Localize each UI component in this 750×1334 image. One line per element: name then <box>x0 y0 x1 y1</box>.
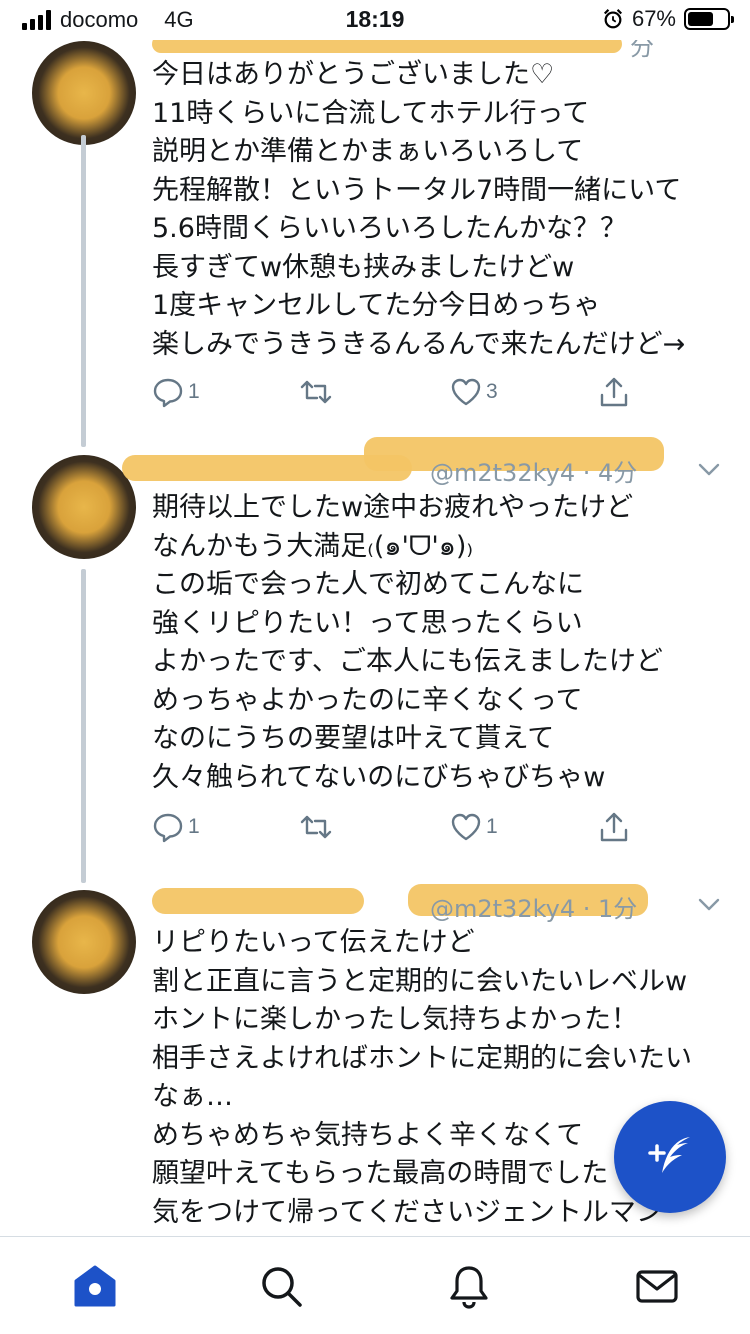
tweet-line: 割と正直に言うと定期的に会いたいレベルw <box>152 965 688 997</box>
tweet-handle-time: @m2t32ky4 · 4分 <box>430 459 638 487</box>
tweet-line: この垢で会った人で初めてこんなに <box>152 569 584 600</box>
tweet-line: なのにうちの要望は叶えて貰えて <box>152 723 555 754</box>
share-button[interactable] <box>598 811 630 843</box>
notifications-icon <box>450 1266 488 1309</box>
retweet-button[interactable] <box>300 811 336 843</box>
tweet-line: 1度キャンセルしてた分今日めっちゃ <box>152 290 601 321</box>
share-icon <box>600 377 628 407</box>
chevron-down-icon[interactable] <box>696 891 722 917</box>
thread-line <box>81 569 86 883</box>
reply-icon <box>153 813 183 843</box>
tab-notifications[interactable] <box>446 1263 492 1309</box>
battery-icon <box>684 8 734 30</box>
retweet-button[interactable] <box>300 376 336 408</box>
share-icon <box>600 812 628 842</box>
avatar[interactable] <box>32 890 136 994</box>
like-button[interactable]: 1 <box>450 811 498 843</box>
compose-tweet-icon <box>648 1137 690 1173</box>
retweet-icon <box>300 380 332 404</box>
tweet-line: 久々触られてないのにびちゃびちゃw <box>152 761 606 793</box>
retweet-icon <box>300 815 332 839</box>
like-count: 3 <box>486 380 498 403</box>
avatar[interactable] <box>32 455 136 559</box>
tweet-line: 11時くらいに合流してホテル行って <box>152 97 590 129</box>
tweet-actions: 1 3 <box>152 376 642 416</box>
tweet-line: よかったです、ご本人にも伝えましたけど <box>152 646 663 677</box>
tweet-line: 期待以上でしたw途中お疲れやったけど <box>152 492 634 523</box>
tweet-line: なんかもう大満足₍(๑'ᗜ'๑)₎ <box>152 530 474 562</box>
tweet-line: 相手さえよければホントに定期的に会いたい <box>152 1042 692 1074</box>
search-icon <box>262 1267 302 1307</box>
status-bar: docomo 4G 18:19 67% <box>0 0 750 40</box>
home-icon <box>74 1265 116 1307</box>
like-count: 1 <box>486 815 498 838</box>
tweet-line: 楽しみでうきうきるんるんで来たんだけど→ <box>152 328 686 360</box>
thread-line <box>81 135 86 447</box>
tweet-line: 長すぎてw休憩も挟みましたけどw <box>152 251 575 283</box>
reply-count: 1 <box>188 815 200 838</box>
reply-icon <box>153 378 183 408</box>
tab-messages[interactable] <box>634 1263 680 1309</box>
share-button[interactable] <box>598 376 630 408</box>
tweet-line: 先程解散！というトータル7時間一緒にいて <box>152 174 682 206</box>
tweet-line: 説明とか準備とかまぁいろいろして <box>152 136 584 167</box>
tweet-handle-time: @m2t32ky4 · 1分 <box>430 895 638 923</box>
like-button[interactable]: 3 <box>450 376 498 408</box>
messages-icon <box>636 1270 678 1303</box>
tweet-actions: 1 1 <box>152 811 642 851</box>
tweet-text: 期待以上でしたw途中お疲れやったけど なんかもう大満足₍(๑'ᗜ'๑)₎ この垢… <box>152 489 722 797</box>
heart-icon <box>451 378 481 406</box>
reply-count: 1 <box>188 380 200 403</box>
battery-percent: 67% <box>631 6 676 31</box>
avatar[interactable] <box>32 41 136 145</box>
chevron-down-icon[interactable] <box>696 456 722 482</box>
tweet-line: ホントに楽しかったし気持ちよかった！ <box>152 1004 638 1035</box>
battery-fill <box>688 12 714 26</box>
tweet-line: 今日はありがとうございました♡ <box>152 59 555 90</box>
tweet-line: めっちゃよかったのに辛くなくって <box>152 684 583 716</box>
reply-button[interactable]: 1 <box>152 376 200 408</box>
reply-button[interactable]: 1 <box>152 811 200 843</box>
tab-search[interactable] <box>258 1263 304 1309</box>
tab-bar <box>0 1236 750 1334</box>
heart-icon <box>451 813 481 841</box>
tweet-meta: @m2t32ky4 · 4分 <box>122 437 672 487</box>
status-right: 67% <box>602 6 734 32</box>
alarm-icon <box>603 9 622 29</box>
redaction-mark <box>152 888 364 914</box>
tweet-meta: @m2t32ky4 · 1分 <box>152 884 672 923</box>
tweet-text: 今日はありがとうございました♡ 11時くらいに合流してホテル行って 説明とか準備… <box>152 56 722 364</box>
tweet-line: リピりたいって伝えたけど <box>152 927 475 958</box>
tweet-line: 5.6時間くらいいろいろしたんかな？？ <box>152 213 627 244</box>
compose-tweet-button[interactable] <box>614 1101 726 1213</box>
tab-home[interactable] <box>72 1263 118 1309</box>
tweet-line: 強くリピりたい！って思ったくらい <box>152 607 583 639</box>
